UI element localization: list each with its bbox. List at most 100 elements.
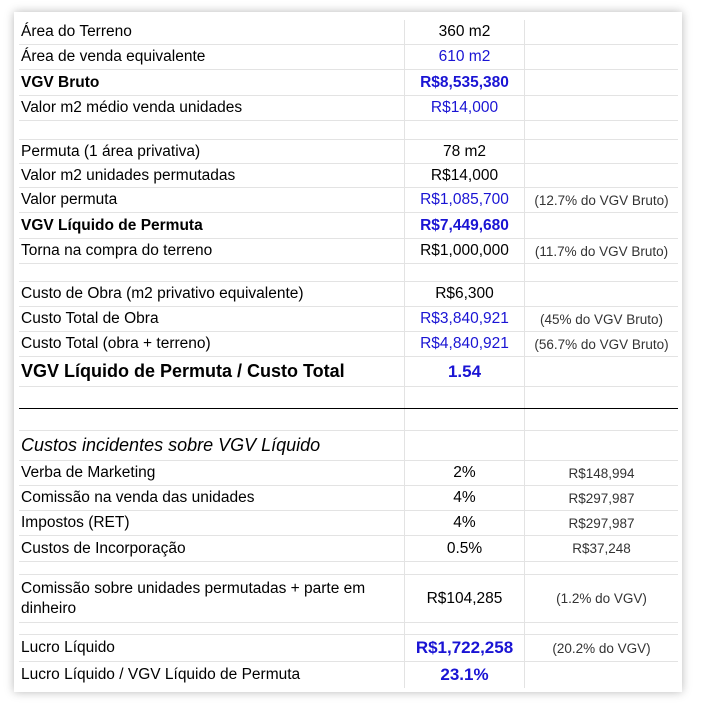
- note-cell[interactable]: [525, 121, 678, 139]
- note-cell[interactable]: [525, 431, 678, 460]
- note-cell[interactable]: (12.7% do VGV Bruto): [525, 188, 678, 212]
- label-cell[interactable]: Permuta (1 área privativa): [21, 140, 404, 163]
- table-row: Custos de Incorporação 0.5% R$37,248: [19, 536, 678, 562]
- value-cell[interactable]: R$6,300: [404, 282, 525, 306]
- value-cell[interactable]: 4%: [404, 486, 525, 510]
- label-cell[interactable]: Custo Total de Obra: [21, 307, 404, 331]
- table-row: Valor m2 unidades permutadas R$14,000: [19, 164, 678, 188]
- value-cell[interactable]: R$1,722,258: [404, 635, 525, 661]
- value-cell[interactable]: [404, 409, 525, 430]
- table-row: Impostos (RET) 4% R$297,987: [19, 511, 678, 536]
- note-cell[interactable]: [525, 20, 678, 44]
- note-cell[interactable]: (45% do VGV Bruto): [525, 307, 678, 331]
- table-row: Área do Terreno 360 m2: [19, 20, 678, 45]
- note-cell[interactable]: R$297,987: [525, 486, 678, 510]
- note-cell[interactable]: [525, 96, 678, 120]
- table-row: Custo de Obra (m2 privativo equivalente)…: [19, 282, 678, 307]
- value-cell[interactable]: [404, 431, 525, 460]
- label-cell[interactable]: [21, 121, 404, 139]
- table-row: Permuta (1 área privativa) 78 m2: [19, 140, 678, 164]
- value-cell[interactable]: [404, 562, 525, 574]
- value-cell[interactable]: R$1,000,000: [404, 239, 525, 263]
- note-cell[interactable]: [525, 662, 678, 688]
- note-cell[interactable]: [525, 282, 678, 306]
- value-cell[interactable]: R$4,840,921: [404, 332, 525, 356]
- note-cell[interactable]: [525, 164, 678, 187]
- table-row: Torna na compra do terreno R$1,000,000 (…: [19, 239, 678, 264]
- table-row: Verba de Marketing 2% R$148,994: [19, 461, 678, 486]
- value-cell[interactable]: 4%: [404, 511, 525, 535]
- value-cell[interactable]: [404, 121, 525, 139]
- label-cell[interactable]: Comissão na venda das unidades: [21, 486, 404, 510]
- note-cell[interactable]: [525, 45, 678, 69]
- value-cell[interactable]: 0.5%: [404, 536, 525, 561]
- label-cell[interactable]: Valor permuta: [21, 188, 404, 212]
- note-cell[interactable]: [525, 70, 678, 95]
- note-cell[interactable]: [525, 623, 678, 634]
- label-cell[interactable]: Verba de Marketing: [21, 461, 404, 485]
- table-row: Valor m2 médio venda unidades R$14,000: [19, 96, 678, 121]
- label-cell[interactable]: Lucro Líquido / VGV Líquido de Permuta: [21, 662, 404, 688]
- section-heading[interactable]: Custos incidentes sobre VGV Líquido: [21, 431, 404, 460]
- blank-row: [19, 623, 678, 635]
- value-cell[interactable]: 23.1%: [404, 662, 525, 688]
- note-cell[interactable]: (20.2% do VGV): [525, 635, 678, 661]
- table-row: Valor permuta R$1,085,700 (12.7% do VGV …: [19, 188, 678, 213]
- value-cell[interactable]: R$3,840,921: [404, 307, 525, 331]
- value-cell[interactable]: R$104,285: [404, 575, 525, 622]
- note-cell[interactable]: [525, 562, 678, 574]
- table-row: Custo Total de Obra R$3,840,921 (45% do …: [19, 307, 678, 332]
- value-cell[interactable]: R$7,449,680: [404, 213, 525, 238]
- label-cell[interactable]: Área de venda equivalente: [21, 45, 404, 69]
- label-cell[interactable]: Valor m2 médio venda unidades: [21, 96, 404, 120]
- note-cell[interactable]: [525, 264, 678, 281]
- label-cell[interactable]: Comissão sobre unidades permutadas + par…: [21, 575, 396, 622]
- label-cell[interactable]: [21, 562, 404, 574]
- label-cell[interactable]: Lucro Líquido: [21, 635, 404, 661]
- value-cell[interactable]: 78 m2: [404, 140, 525, 163]
- separator-row: [19, 387, 678, 409]
- value-cell[interactable]: R$8,535,380: [404, 70, 525, 95]
- note-cell[interactable]: [525, 387, 678, 408]
- label-cell[interactable]: Custo de Obra (m2 privativo equivalente): [21, 282, 404, 306]
- label-cell[interactable]: [21, 264, 404, 281]
- label-cell[interactable]: Valor m2 unidades permutadas: [21, 164, 404, 187]
- label-cell[interactable]: Custo Total (obra + terreno): [21, 332, 404, 356]
- value-cell[interactable]: [404, 264, 525, 281]
- label-cell[interactable]: Área do Terreno: [21, 20, 404, 44]
- label-cell[interactable]: [21, 623, 404, 634]
- note-cell[interactable]: R$297,987: [525, 511, 678, 535]
- note-cell[interactable]: (11.7% do VGV Bruto): [525, 239, 678, 263]
- label-cell[interactable]: VGV Líquido de Permuta: [21, 213, 404, 238]
- value-cell[interactable]: 610 m2: [404, 45, 525, 69]
- note-cell[interactable]: R$37,248: [525, 536, 678, 561]
- value-cell[interactable]: [404, 623, 525, 634]
- blank-row: [19, 121, 678, 140]
- note-cell[interactable]: [525, 140, 678, 163]
- label-cell[interactable]: Torna na compra do terreno: [21, 239, 404, 263]
- value-cell[interactable]: R$1,085,700: [404, 188, 525, 212]
- value-cell[interactable]: R$14,000: [404, 96, 525, 120]
- value-cell[interactable]: 2%: [404, 461, 525, 485]
- value-cell[interactable]: R$14,000: [404, 164, 525, 187]
- label-cell[interactable]: Impostos (RET): [21, 511, 404, 535]
- note-cell[interactable]: [525, 409, 678, 430]
- note-cell[interactable]: (1.2% do VGV): [525, 575, 678, 622]
- note-cell[interactable]: [525, 213, 678, 238]
- table-row: VGV Líquido de Permuta / Custo Total 1.5…: [19, 357, 678, 387]
- note-cell[interactable]: R$148,994: [525, 461, 678, 485]
- label-cell[interactable]: VGV Líquido de Permuta / Custo Total: [21, 357, 404, 386]
- value-cell[interactable]: 360 m2: [404, 20, 525, 44]
- label-cell[interactable]: Custos de Incorporação: [21, 536, 404, 561]
- blank-row: [19, 562, 678, 575]
- label-cell[interactable]: VGV Bruto: [21, 70, 404, 95]
- value-cell[interactable]: [404, 387, 525, 408]
- table-row: VGV Líquido de Permuta R$7,449,680: [19, 213, 678, 239]
- note-cell[interactable]: [525, 357, 678, 386]
- note-cell[interactable]: (56.7% do VGV Bruto): [525, 332, 678, 356]
- value-cell[interactable]: 1.54: [404, 357, 525, 386]
- spreadsheet: Área do Terreno 360 m2 Área de venda equ…: [14, 12, 682, 692]
- label-cell[interactable]: [21, 409, 404, 430]
- section-heading-row: Custos incidentes sobre VGV Líquido: [19, 431, 678, 461]
- label-cell[interactable]: [21, 387, 404, 408]
